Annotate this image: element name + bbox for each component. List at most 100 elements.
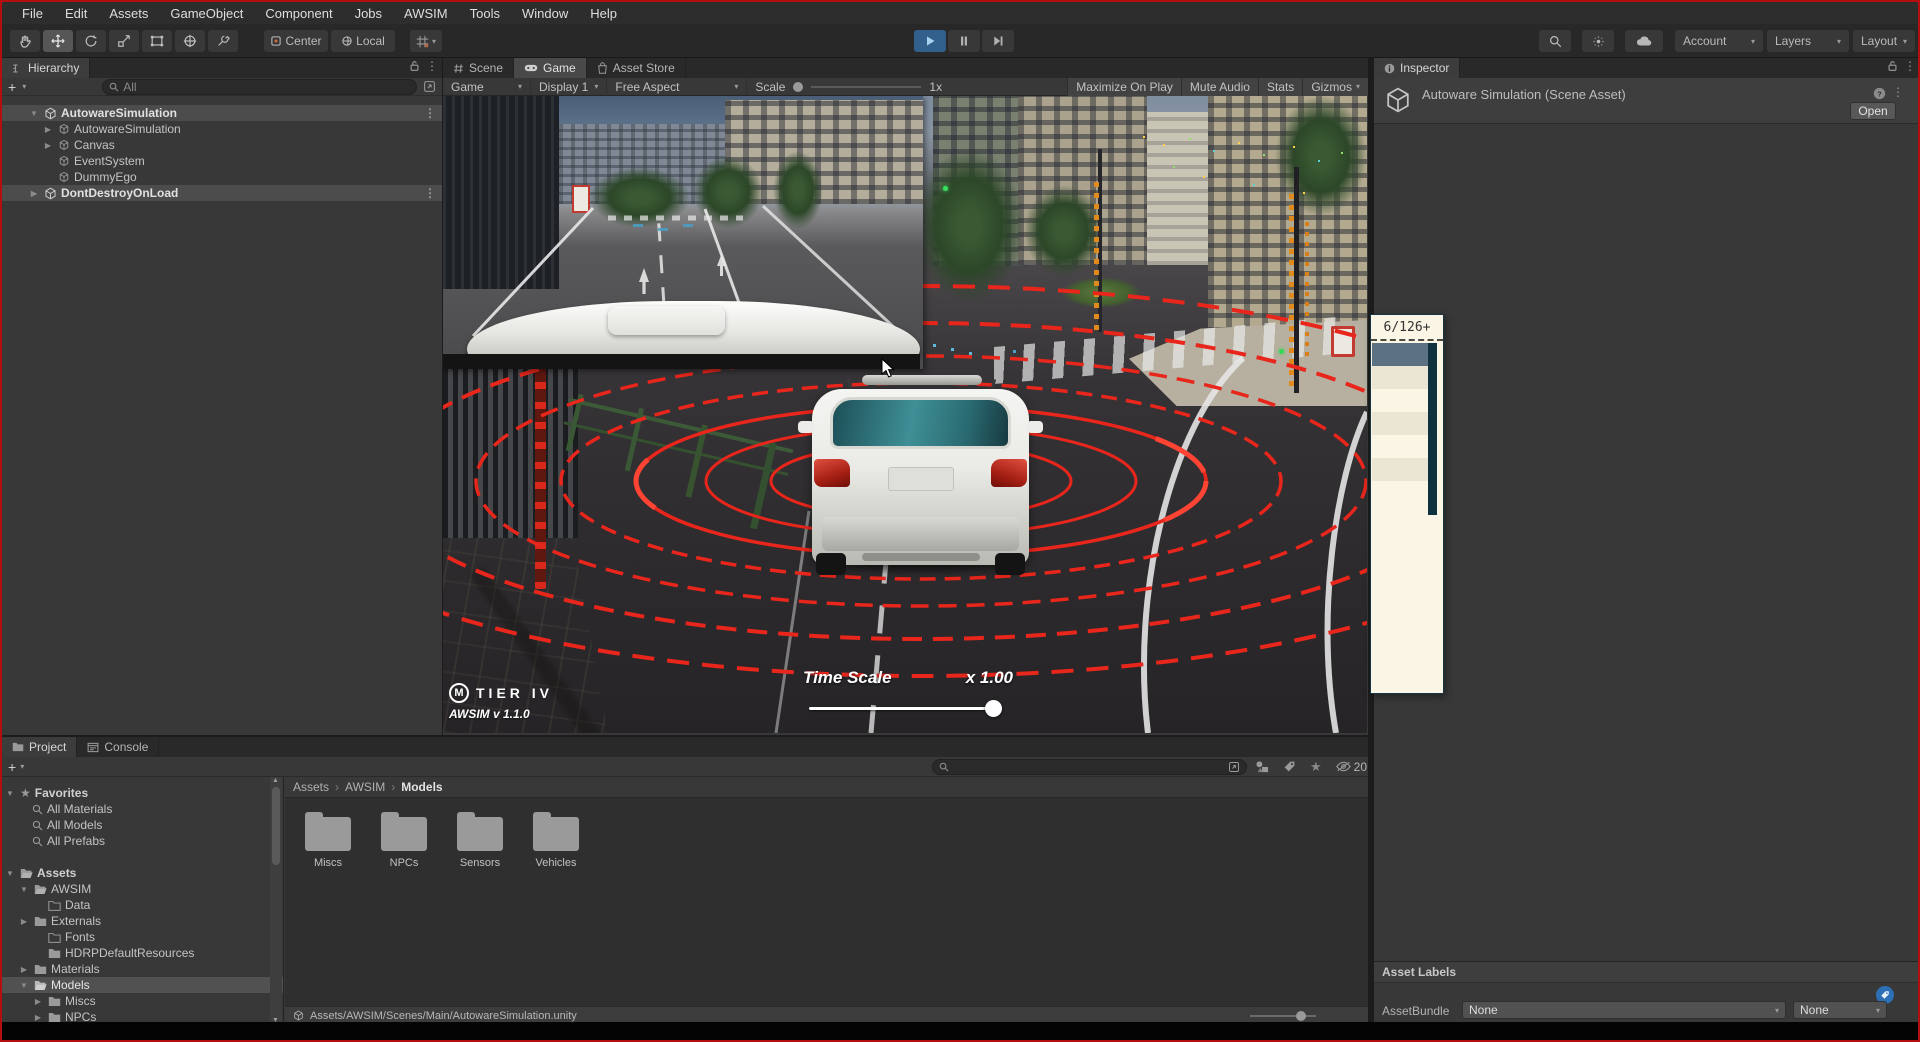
project-search-input[interactable] [932, 759, 1247, 775]
space-toggle-button[interactable]: Local [331, 30, 395, 52]
picker-icon[interactable] [1228, 761, 1240, 773]
favorite-item[interactable]: All Materials [2, 801, 283, 817]
stats-button[interactable]: Stats [1258, 78, 1302, 96]
tree-row[interactable]: Data [2, 897, 283, 913]
search-by-label-icon[interactable] [1283, 760, 1296, 773]
tab-scene[interactable]: Scene [443, 58, 514, 78]
pause-button[interactable] [948, 30, 980, 52]
foldout-closed-icon[interactable]: ▶ [28, 189, 40, 198]
layers-dropdown[interactable]: Layers▾ [1767, 30, 1849, 52]
cloud-button[interactable] [1625, 30, 1663, 52]
foldout-open-icon[interactable]: ▼ [18, 885, 30, 894]
display-dropdown[interactable]: Display 1▾ [531, 78, 607, 96]
tab-game[interactable]: Game [514, 58, 587, 78]
scrollbar-thumb[interactable] [272, 787, 280, 865]
grid-snap-button[interactable]: ▾ [410, 30, 442, 52]
create-caret-icon[interactable]: ▾ [20, 762, 24, 771]
ime-candidate[interactable] [1372, 412, 1434, 435]
tab-hierarchy[interactable]: Hierarchy [2, 58, 90, 78]
ime-candidate-selected[interactable] [1372, 343, 1434, 366]
time-scale-slider[interactable] [803, 700, 1013, 716]
kebab-menu-icon[interactable]: ⋮ [424, 187, 436, 199]
aspect-dropdown[interactable]: Free Aspect▾ [607, 78, 747, 96]
tree-row-assets[interactable]: ▼ Assets [2, 865, 283, 881]
hierarchy-row[interactable]: DummyEgo [2, 169, 442, 185]
tree-row[interactable]: ▶ Miscs [2, 993, 283, 1009]
folder-item-miscs[interactable]: Miscs [290, 817, 366, 869]
favorites-header[interactable]: ▼ ★ Favorites [2, 785, 283, 801]
foldout-open-icon[interactable]: ▼ [4, 869, 16, 878]
menu-edit[interactable]: Edit [55, 4, 97, 23]
ime-candidate[interactable] [1372, 435, 1434, 458]
rotate-tool-button[interactable] [76, 30, 106, 52]
tree-row[interactable]: Fonts [2, 929, 283, 945]
foldout-open-icon[interactable]: ▼ [18, 981, 30, 990]
folder-item-npcs[interactable]: NPCs [366, 817, 442, 869]
breadcrumb-models[interactable]: Models [401, 780, 442, 794]
time-scale-knob[interactable] [985, 700, 1002, 717]
tree-row-models-selected[interactable]: ▼ Models [2, 977, 283, 993]
favorite-item[interactable]: All Prefabs [2, 833, 283, 849]
tab-inspector[interactable]: Inspector [1374, 58, 1460, 78]
tree-row-awsim[interactable]: ▼ AWSIM [2, 881, 283, 897]
foldout-closed-icon[interactable]: ▶ [18, 917, 30, 926]
breadcrumb-assets[interactable]: Assets [293, 780, 329, 794]
menu-assets[interactable]: Assets [99, 4, 158, 23]
folder-item-sensors[interactable]: Sensors [442, 817, 518, 869]
kebab-menu-icon[interactable]: ⋮ [426, 60, 438, 72]
menu-awsim[interactable]: AWSIM [394, 4, 458, 23]
tab-project[interactable]: Project [2, 737, 77, 757]
tree-row[interactable]: ▶ Materials [2, 961, 283, 977]
pivot-toggle-button[interactable]: Center [264, 30, 328, 52]
menu-help[interactable]: Help [580, 4, 627, 23]
kebab-menu-icon[interactable]: ⋮ [424, 107, 436, 119]
account-dropdown[interactable]: Account▾ [1675, 30, 1763, 52]
game-viewport[interactable]: M TIER IV AWSIM v 1.1.0 Time Scale x 1.0… [443, 96, 1367, 733]
scale-tool-button[interactable] [109, 30, 139, 52]
assetbundle-variant-dropdown[interactable]: None▾ [1793, 1001, 1887, 1019]
tab-asset-store[interactable]: Asset Store [587, 58, 686, 78]
asset-labels-header[interactable]: Asset Labels [1374, 961, 1920, 983]
thumbnail-size-slider[interactable] [1250, 1011, 1316, 1021]
search-by-type-icon[interactable] [1255, 760, 1269, 773]
ime-candidate[interactable] [1372, 389, 1434, 412]
play-button[interactable] [914, 30, 946, 52]
folder-item-vehicles[interactable]: Vehicles [518, 817, 594, 869]
tab-console[interactable]: Console [77, 737, 159, 757]
hierarchy-row[interactable]: EventSystem [2, 153, 442, 169]
ime-popup-scrollbar[interactable] [1428, 343, 1437, 515]
tree-row[interactable]: ▶ Externals [2, 913, 283, 929]
assetbundle-dropdown[interactable]: None▾ [1462, 1001, 1786, 1019]
foldout-open-icon[interactable]: ▼ [28, 109, 40, 118]
foldout-open-icon[interactable]: ▼ [4, 789, 16, 798]
foldout-closed-icon[interactable]: ▶ [18, 965, 30, 974]
foldout-closed-icon[interactable]: ▶ [32, 997, 44, 1006]
menu-tools[interactable]: Tools [460, 4, 510, 23]
save-search-star-icon[interactable]: ★ [1310, 759, 1322, 775]
ime-candidate[interactable] [1372, 458, 1434, 481]
foldout-closed-icon[interactable]: ▶ [42, 125, 54, 134]
menu-component[interactable]: Component [255, 4, 342, 23]
thumbnail-size-knob[interactable] [1296, 1011, 1306, 1021]
search-toolbar-button[interactable] [1539, 30, 1571, 52]
hidden-packages-count[interactable]: 20 [1336, 760, 1367, 774]
hierarchy-row[interactable]: ▶ Canvas [2, 137, 442, 153]
menu-jobs[interactable]: Jobs [345, 4, 392, 23]
transform-tool-button[interactable] [175, 30, 205, 52]
menu-window[interactable]: Window [512, 4, 578, 23]
hierarchy-row[interactable]: ▶ AutowareSimulation [2, 121, 442, 137]
layout-dropdown[interactable]: Layout▾ [1853, 30, 1915, 52]
menu-gameobject[interactable]: GameObject [160, 4, 253, 23]
step-button[interactable] [982, 30, 1014, 52]
lock-icon[interactable] [1887, 60, 1898, 72]
scale-knob[interactable] [793, 82, 803, 92]
picker-icon[interactable] [423, 80, 436, 93]
display-target-dropdown[interactable]: Game▾ [443, 78, 531, 96]
hierarchy-row-dontdestroy[interactable]: ▶ DontDestroyOnLoad ⋮ [2, 185, 442, 201]
project-tree-scrollbar[interactable]: ▲ ▼ [270, 777, 282, 1024]
lock-icon[interactable] [409, 60, 420, 72]
favorite-item[interactable]: All Models [2, 817, 283, 833]
open-button[interactable]: Open [1850, 102, 1896, 120]
foldout-closed-icon[interactable]: ▶ [42, 141, 54, 150]
scale-track[interactable] [811, 86, 921, 88]
